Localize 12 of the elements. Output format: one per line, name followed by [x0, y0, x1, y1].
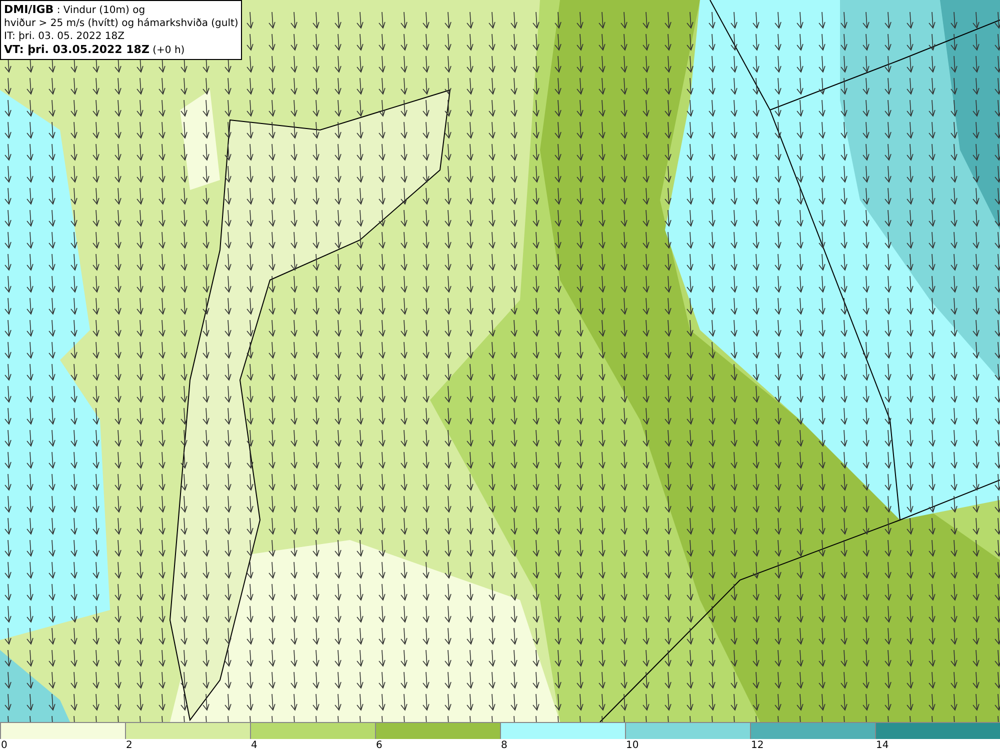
- legend-tick-label: 0: [0, 739, 8, 752]
- legend-tick-label: 14: [875, 739, 890, 752]
- legend-tick-label: 6: [375, 739, 384, 752]
- legend-tick-label: 10: [625, 739, 640, 752]
- legend-tick-label: 4: [250, 739, 258, 752]
- title-line: hviður > 25 m/s (hvítt) og hámarkshviða (gult): [4, 17, 238, 30]
- legend-tick-label: 12: [750, 739, 765, 752]
- title-line: VT: þri. 03.05.2022 18Z (+0 h): [4, 43, 186, 57]
- title-line: IT: þri. 03. 05. 2022 18Z: [4, 30, 126, 43]
- title-line: DMI/IGB : Vindur (10m) og: [4, 3, 146, 17]
- legend-tick-label: 8: [500, 739, 508, 752]
- legend-tick-label: 2: [125, 739, 134, 752]
